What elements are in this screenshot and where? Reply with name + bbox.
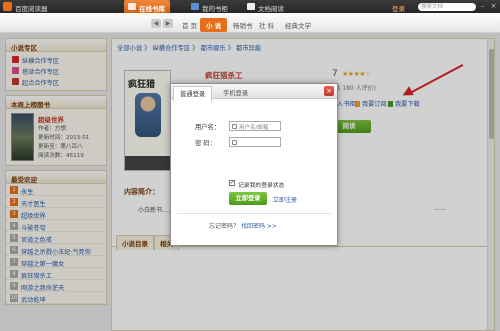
login-button[interactable]: 立即登录 bbox=[229, 192, 267, 205]
password-input[interactable] bbox=[229, 137, 281, 147]
divider bbox=[177, 213, 331, 214]
tab-online-library[interactable]: 在线书库 bbox=[124, 0, 170, 13]
nav-home[interactable]: 首 页 bbox=[182, 20, 197, 30]
tab-document-reading[interactable]: 文档阅读 bbox=[243, 0, 289, 13]
library-icon bbox=[128, 3, 136, 10]
search-input[interactable]: 搜索文档 bbox=[418, 3, 476, 11]
title-bar: 百度阅读器 在线书库 我的书柜 文档阅读 登录 搜索文档 – × bbox=[0, 0, 500, 13]
remember-checkbox[interactable]: ✓ bbox=[229, 180, 235, 186]
tab-label: 在线书库 bbox=[139, 5, 165, 13]
tab-phone-login[interactable]: 手机登录 bbox=[219, 87, 252, 98]
minimize-icon[interactable]: – bbox=[478, 2, 487, 10]
username-label: 用户名： bbox=[195, 124, 221, 131]
close-icon[interactable]: × bbox=[324, 86, 334, 96]
login-dialog: 普通登录 手机登录 × 用户名： 用户名/邮箱 密 码： ✓ 记录我的登录状态 … bbox=[170, 83, 338, 246]
nav-novel[interactable]: 小 说 bbox=[200, 18, 228, 32]
username-placeholder: 用户名/邮箱 bbox=[239, 125, 269, 131]
username-input[interactable]: 用户名/邮箱 bbox=[229, 121, 281, 131]
app-title: 百度阅读器 bbox=[15, 5, 48, 13]
user-icon bbox=[232, 124, 237, 129]
app-logo-icon bbox=[3, 2, 12, 11]
remember-label: 记录我的登录状态 bbox=[238, 183, 285, 189]
nav-social-science[interactable]: 社 科 bbox=[259, 20, 274, 30]
login-link[interactable]: 登录 bbox=[392, 3, 405, 13]
tab-my-bookshelf[interactable]: 我的书柜 bbox=[187, 0, 233, 13]
tab-label: 文档阅读 bbox=[258, 5, 284, 13]
bookshelf-icon bbox=[191, 3, 199, 10]
close-window-icon[interactable]: × bbox=[489, 2, 498, 10]
category-nav: ◀ ▶ 首 页 小 说 畅销书 社 科 经典文学 bbox=[0, 13, 500, 33]
recover-password-link[interactable]: 找回密码 >> bbox=[241, 223, 277, 230]
forgot-password: 忘记密码？ 找回密码 >> bbox=[209, 221, 277, 230]
tab-label: 我的书柜 bbox=[202, 5, 228, 13]
document-icon bbox=[247, 3, 255, 10]
forward-arrow-icon[interactable]: ▶ bbox=[163, 19, 173, 28]
back-arrow-icon[interactable]: ◀ bbox=[151, 19, 161, 28]
lock-icon bbox=[232, 140, 237, 145]
dialog-header: 普通登录 手机登录 × bbox=[171, 84, 337, 102]
register-link[interactable]: 立即注册 bbox=[273, 195, 297, 204]
nav-bestseller[interactable]: 畅销书 bbox=[233, 20, 253, 30]
nav-classic-literature[interactable]: 经典文学 bbox=[285, 20, 311, 30]
forgot-text: 忘记密码？ bbox=[209, 223, 240, 230]
password-label: 密 码： bbox=[195, 140, 216, 147]
tab-normal-login[interactable]: 普通登录 bbox=[173, 86, 213, 102]
